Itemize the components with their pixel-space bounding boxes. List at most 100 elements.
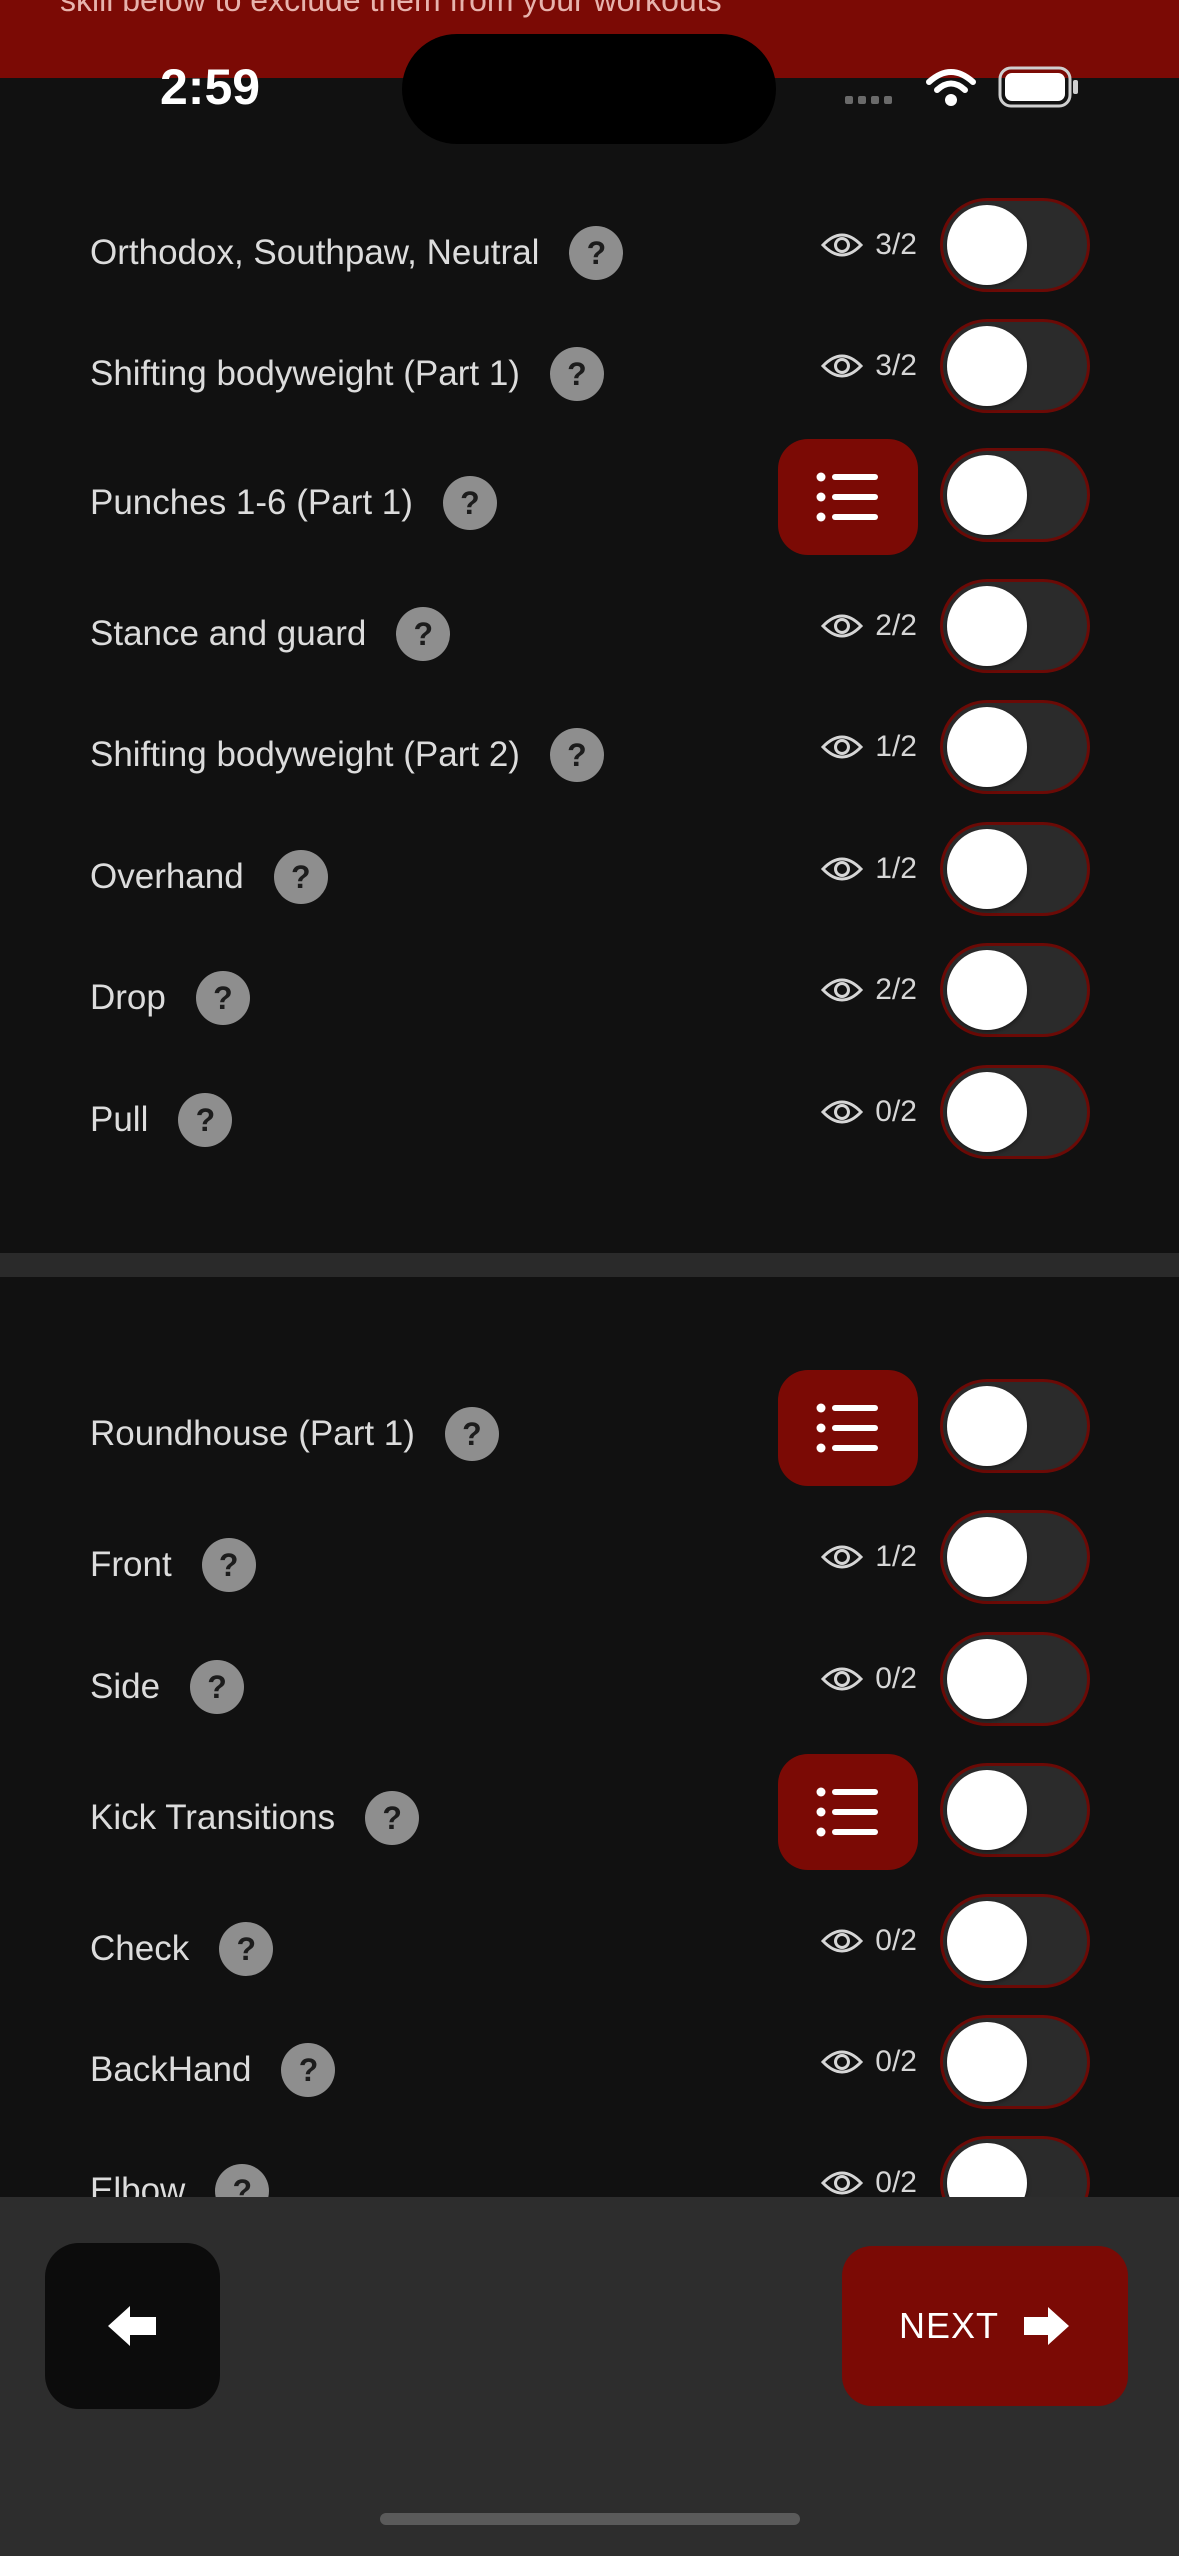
skill-toggle[interactable] <box>940 1510 1090 1604</box>
view-count-value: 2/2 <box>875 973 917 1006</box>
view-count: 3/2 <box>821 228 917 262</box>
skill-row: Shifting bodyweight (Part 1)? 3/2 <box>0 317 1179 417</box>
eye-icon <box>821 1929 864 1953</box>
list-icon <box>816 472 878 522</box>
back-button[interactable] <box>45 2243 220 2409</box>
eye-icon <box>821 857 864 881</box>
skill-toggle[interactable] <box>940 2015 1090 2109</box>
skill-row: Roundhouse (Part 1)? <box>0 1370 1179 1486</box>
skill-list-button[interactable] <box>778 1370 918 1486</box>
arrow-left-icon <box>107 2306 156 2346</box>
list-icon <box>816 1403 878 1453</box>
help-icon[interactable]: ? <box>444 1407 499 1461</box>
skill-toggle[interactable] <box>940 700 1090 794</box>
view-count: 0/2 <box>821 2045 917 2079</box>
skill-toggle[interactable] <box>940 2136 1090 2197</box>
skill-label: BackHand? <box>90 2043 336 2097</box>
skill-toggle[interactable] <box>940 943 1090 1037</box>
skill-row: Pull? 0/2 <box>0 1063 1179 1163</box>
view-count-value: 0/2 <box>875 1095 917 1128</box>
skill-label: Punches 1-6 (Part 1)? <box>90 476 497 530</box>
skill-toggle[interactable] <box>940 1065 1090 1159</box>
skill-toggle[interactable] <box>940 822 1090 916</box>
eye-icon <box>821 1545 864 1569</box>
view-count-value: 3/2 <box>875 228 917 261</box>
skill-toggle[interactable] <box>940 1379 1090 1473</box>
skill-row: Elbow? 0/2 <box>0 2134 1179 2197</box>
section-divider <box>0 1253 1179 1277</box>
help-icon[interactable]: ? <box>273 850 328 904</box>
view-count: 2/2 <box>821 973 917 1007</box>
help-icon[interactable]: ? <box>442 476 497 530</box>
skill-name: Shifting bodyweight (Part 1) <box>90 354 520 393</box>
skill-label: Roundhouse (Part 1)? <box>90 1407 499 1461</box>
eye-icon <box>821 354 864 378</box>
help-icon[interactable]: ? <box>201 1538 256 1592</box>
next-button[interactable]: NEXT <box>842 2246 1128 2406</box>
skill-label: Check? <box>90 1922 274 1976</box>
toggle-knob <box>947 326 1027 406</box>
skill-name: Side <box>90 1667 161 1706</box>
eye-icon <box>821 2050 864 2074</box>
skills-section-2: Roundhouse (Part 1)? Front? 1/2 Side? 0/2 Kic… <box>0 1277 1179 2197</box>
toggle-knob <box>947 1072 1027 1152</box>
toggle-knob <box>947 1517 1027 1597</box>
help-icon[interactable]: ? <box>219 1922 274 1976</box>
toggle-knob <box>947 707 1027 787</box>
help-icon[interactable]: ? <box>178 1093 233 1147</box>
toggle-knob <box>947 1901 1027 1981</box>
view-count-value: 0/2 <box>875 2045 917 2078</box>
skill-name: Drop <box>90 978 166 1017</box>
skill-name: Front <box>90 1545 172 1584</box>
skill-name: Punches 1-6 (Part 1) <box>90 483 413 522</box>
bottom-nav-bar: NEXT <box>0 2197 1179 2556</box>
eye-icon <box>821 735 864 759</box>
toggle-knob <box>947 2143 1027 2197</box>
skill-toggle[interactable] <box>940 198 1090 292</box>
help-icon[interactable]: ? <box>281 2043 336 2097</box>
skill-row: Punches 1-6 (Part 1)? <box>0 439 1179 555</box>
skill-name: Elbow <box>90 2171 186 2197</box>
help-icon[interactable]: ? <box>549 347 604 401</box>
skill-row: Stance and guard? 2/2 <box>0 577 1179 677</box>
skill-label: Front? <box>90 1538 256 1592</box>
skill-list-button[interactable] <box>778 1754 918 1870</box>
toggle-knob <box>947 205 1027 285</box>
help-icon[interactable]: ? <box>195 971 250 1025</box>
help-icon[interactable]: ? <box>569 226 624 280</box>
skill-row: Front? 1/2 <box>0 1508 1179 1608</box>
toggle-knob <box>947 1770 1027 1850</box>
skill-toggle[interactable] <box>940 319 1090 413</box>
view-count: 1/2 <box>821 852 917 886</box>
skill-toggle[interactable] <box>940 579 1090 673</box>
skill-toggle[interactable] <box>940 448 1090 542</box>
view-count-value: 2/2 <box>875 609 917 642</box>
skill-toggle[interactable] <box>940 1763 1090 1857</box>
eye-icon <box>821 2171 864 2195</box>
help-icon[interactable]: ? <box>365 1791 420 1845</box>
skill-label: Kick Transitions? <box>90 1791 420 1845</box>
skill-toggle[interactable] <box>940 1632 1090 1726</box>
toggle-knob <box>947 950 1027 1030</box>
next-button-label: NEXT <box>898 2305 999 2346</box>
eye-icon <box>821 1100 864 1124</box>
skill-list-button[interactable] <box>778 439 918 555</box>
help-icon[interactable]: ? <box>215 2164 270 2197</box>
skill-name: Kick Transitions <box>90 1798 336 1837</box>
view-count: 1/2 <box>821 730 917 764</box>
toggle-knob <box>947 2022 1027 2102</box>
skill-name: Orthodox, Southpaw, Neutral <box>90 233 540 272</box>
view-count-value: 3/2 <box>875 349 917 382</box>
skill-name: Shifting bodyweight (Part 2) <box>90 735 520 774</box>
view-count: 1/2 <box>821 1540 917 1574</box>
help-icon[interactable]: ? <box>549 728 604 782</box>
skill-label: Overhand? <box>90 850 328 904</box>
skill-name: BackHand <box>90 2050 252 2089</box>
skill-row: Check? 0/2 <box>0 1892 1179 1992</box>
view-count: 0/2 <box>821 1095 917 1129</box>
help-icon[interactable]: ? <box>190 1660 245 1714</box>
skill-toggle[interactable] <box>940 1894 1090 1988</box>
eye-icon <box>821 233 864 257</box>
skill-row: BackHand? 0/2 <box>0 2013 1179 2113</box>
help-icon[interactable]: ? <box>396 607 451 661</box>
